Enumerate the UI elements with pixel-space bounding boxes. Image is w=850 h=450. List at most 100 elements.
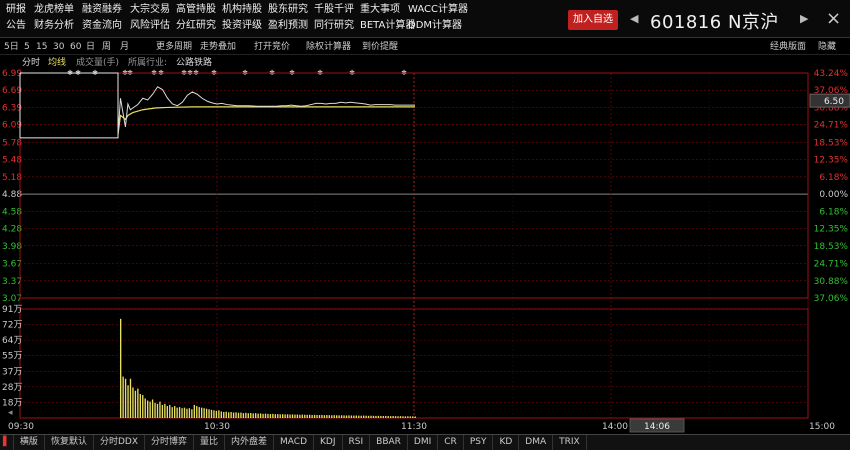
volume-bar	[120, 318, 122, 418]
menu-item[interactable]: 机构持股	[216, 2, 262, 18]
volume-bar	[137, 388, 139, 418]
price-tick-label: 4.28	[2, 225, 22, 235]
indicator-tab[interactable]: 横版	[14, 435, 45, 450]
volume-bar	[323, 415, 326, 418]
volume-bar	[196, 406, 198, 418]
period-button[interactable]: 5日	[4, 39, 19, 55]
indicator-tab[interactable]: DMA	[519, 435, 554, 450]
price-tick-label: 3.37	[2, 277, 22, 287]
prev-stock-arrow-icon[interactable]: ◀	[630, 12, 638, 25]
volume-bar	[392, 416, 394, 418]
menu-item[interactable]: 千股千评	[308, 2, 354, 18]
volume-bar	[176, 407, 178, 418]
classic-layout-button[interactable]: 经典版面	[770, 39, 806, 55]
volume-bar	[166, 406, 168, 418]
close-icon[interactable]: ×	[826, 8, 841, 29]
volume-bar	[267, 413, 269, 418]
open-bidding-button[interactable]: 打开竞价	[254, 39, 290, 55]
menu-item[interactable]: 融资融券	[76, 2, 124, 18]
period-button[interactable]: 15	[36, 39, 47, 55]
indicator-tab[interactable]: KD	[493, 435, 520, 450]
indicator-tab[interactable]: 恢复默认	[45, 435, 94, 450]
menu-item[interactable]: 盈利预测	[262, 18, 308, 34]
time-axis-label: 10:30	[204, 422, 230, 432]
industry-value: 公路铁路	[176, 56, 212, 68]
volume-bar	[144, 398, 146, 418]
volume-bar	[124, 378, 127, 418]
volume-bar	[282, 414, 284, 418]
menu-item[interactable]: DDM计算器	[402, 18, 462, 34]
menu-item[interactable]: 研报	[0, 2, 28, 18]
volume-bar	[394, 416, 397, 418]
indicator-tab[interactable]: TRIX	[553, 435, 587, 450]
menu-item[interactable]: 风险评估	[124, 18, 170, 34]
volume-tick-label: 18万	[2, 398, 22, 408]
volume-bar	[345, 415, 348, 418]
volume-bar	[350, 415, 353, 418]
period-button[interactable]: 月	[120, 39, 129, 55]
indicator-tab[interactable]: RSI	[343, 435, 371, 450]
menu-item[interactable]: BETA计算器	[354, 18, 415, 34]
indicator-tab[interactable]: 分时DDX	[94, 435, 145, 450]
volume-bar	[299, 414, 301, 418]
price-alert-button[interactable]: 到价提醒	[362, 39, 398, 55]
percent-tick-label: 24.71%	[814, 260, 849, 270]
volume-bar	[306, 414, 308, 418]
next-stock-arrow-icon[interactable]: ▶	[800, 12, 808, 25]
menu-item[interactable]: 同行研究	[308, 18, 354, 34]
volume-bar	[402, 416, 404, 418]
add-to-watchlist-button[interactable]: 加入自选	[568, 10, 618, 30]
menu-item[interactable]: 股东研究	[262, 2, 308, 18]
menu-item[interactable]: 公告	[0, 18, 28, 34]
price-tick-label: 3.07	[2, 294, 22, 304]
menu-item[interactable]: 大宗交易	[124, 2, 170, 18]
volume-bar	[183, 407, 186, 418]
menu-item[interactable]: 分红研究	[170, 18, 216, 34]
volume-bar	[279, 414, 281, 418]
indicator-tab[interactable]: KDJ	[314, 435, 343, 450]
percent-tick-label: 18.53%	[814, 242, 849, 252]
volume-bar	[375, 415, 377, 418]
menu-item[interactable]: 资金流向	[76, 18, 124, 34]
indicator-tab[interactable]: MACD	[274, 435, 315, 450]
period-button[interactable]: 60	[70, 39, 81, 55]
period-button[interactable]: 周	[102, 39, 111, 55]
indicator-tab[interactable]: ▌	[0, 435, 14, 450]
indicator-tab[interactable]: BBAR	[370, 435, 408, 450]
menu-item[interactable]: 财务分析	[28, 18, 76, 34]
indicator-tab[interactable]: PSY	[464, 435, 494, 450]
price-line	[117, 86, 415, 135]
time-axis-label: 11:30	[401, 422, 427, 432]
overlay-dropdown[interactable]: 走势叠加	[200, 39, 236, 55]
menu-item[interactable]: 重大事项	[354, 2, 402, 18]
volume-bar	[262, 413, 264, 418]
volume-bar	[159, 401, 161, 418]
price-tick-label: 6.99	[2, 69, 22, 79]
more-periods-dropdown[interactable]: 更多周期	[156, 39, 192, 55]
volume-bar	[404, 416, 407, 418]
menu-item[interactable]: WACC计算器	[402, 2, 468, 18]
indicator-tab[interactable]: 量比	[194, 435, 226, 450]
period-button[interactable]: 5	[24, 39, 30, 55]
volume-bar	[225, 411, 227, 418]
rights-calculator-button[interactable]: 除权计算器	[306, 39, 351, 55]
indicator-tab[interactable]: DMI	[408, 435, 439, 450]
volume-tick-label: 55万	[2, 352, 22, 362]
menu-item[interactable]: 投资评级	[216, 18, 262, 34]
indicator-tab[interactable]: CR	[438, 435, 464, 450]
menu-item[interactable]: 高管持股	[170, 2, 216, 18]
indicator-tab[interactable]: 内外盘差	[225, 435, 275, 450]
percent-tick-label: 6.18%	[819, 207, 848, 217]
indicator-tab[interactable]: 分时博弈	[145, 435, 194, 450]
volume-bar	[272, 413, 274, 418]
menu-item[interactable]: 龙虎榜单	[28, 2, 76, 18]
volume-bar	[149, 401, 151, 418]
volume-bar	[139, 394, 141, 418]
volume-bar	[193, 404, 195, 418]
timeshare-chart[interactable]: 分时 均线 成交量(手) 所属行业: 公路铁路✱ ✱ ✱ ✱ ✱ ✱ ✱ ✱ ✱ ✱ ✱ ✱ ✱ ✱ ✱ ✱ ✱6.99…	[0, 55, 850, 434]
hide-button[interactable]: 隐藏	[818, 39, 836, 55]
price-tick-label: 5.48	[2, 156, 22, 166]
period-button[interactable]: 日	[86, 39, 95, 55]
period-button[interactable]: 30	[53, 39, 64, 55]
volume-bar	[188, 408, 191, 418]
